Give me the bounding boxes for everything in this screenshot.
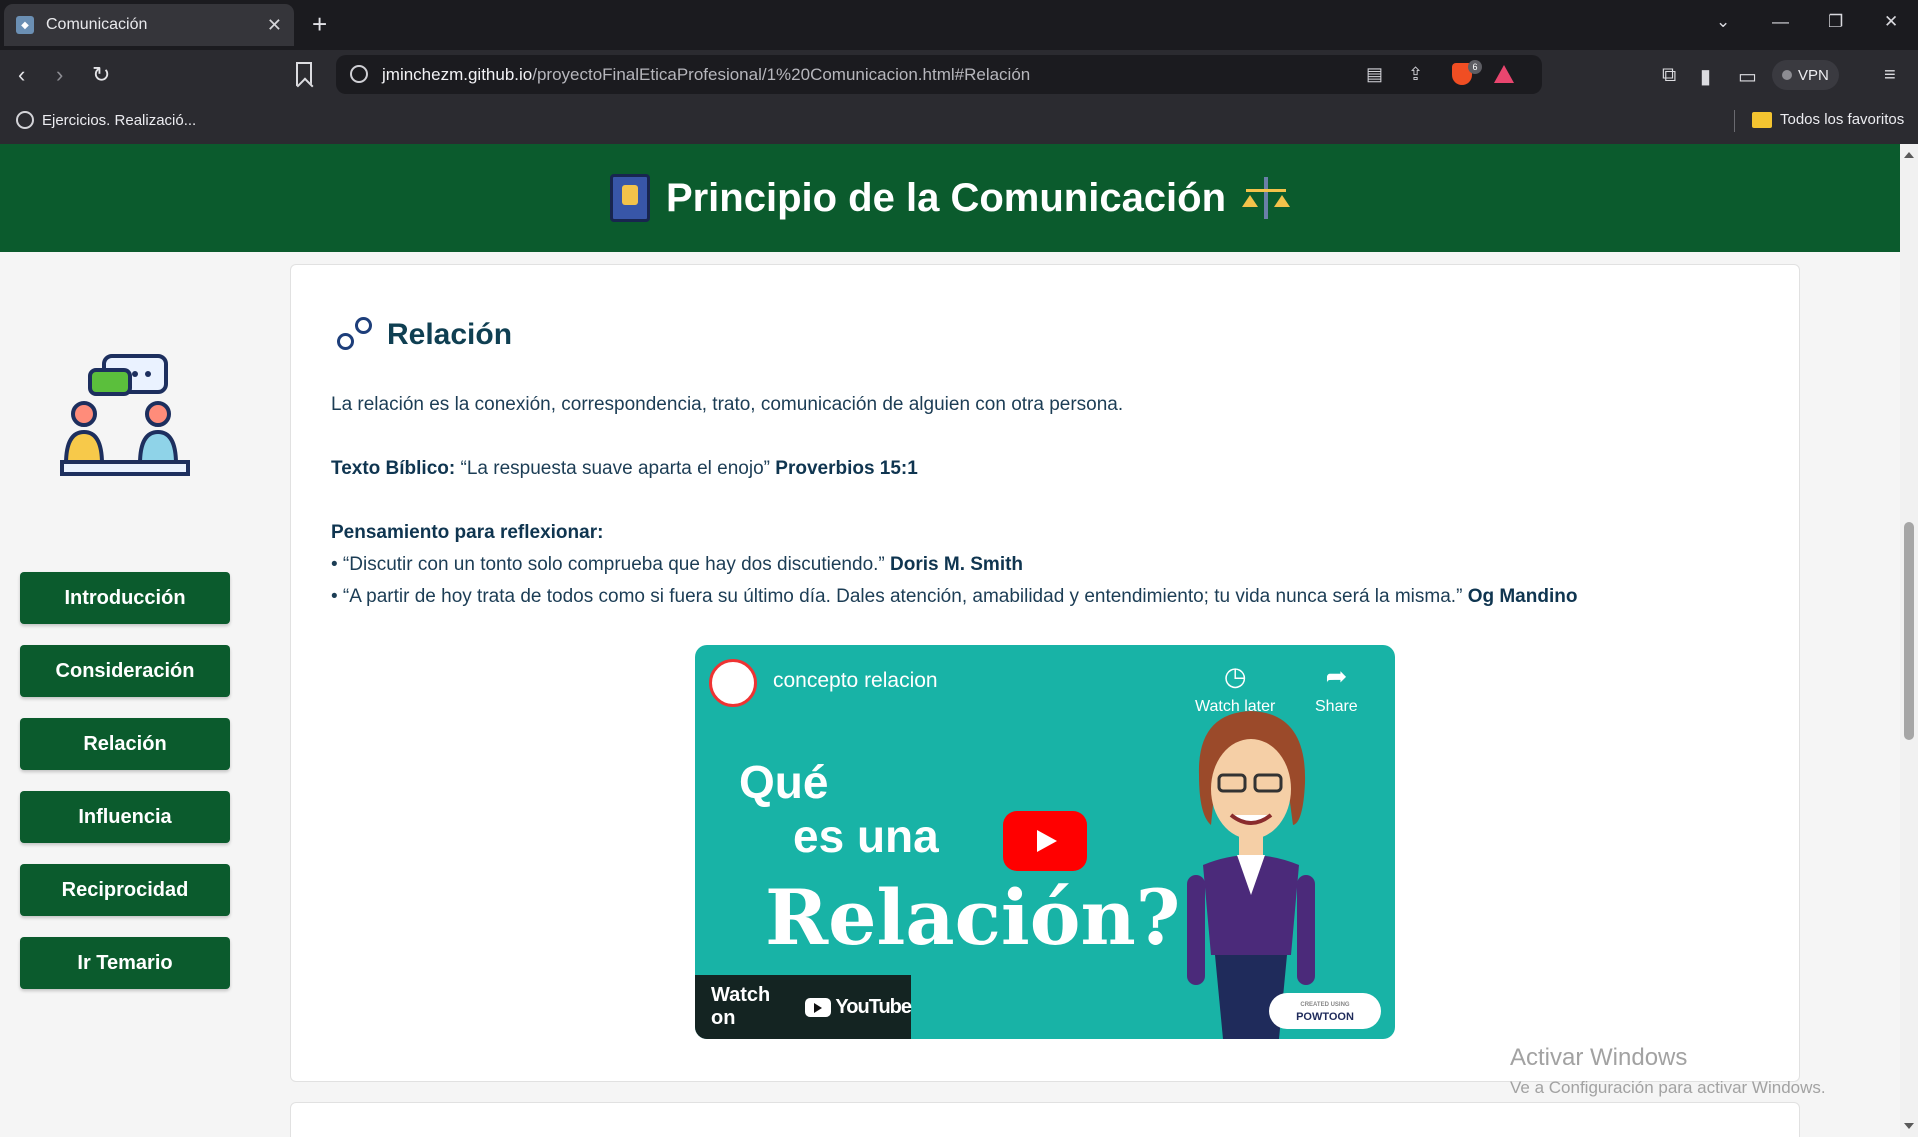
thumbnail-text-line-3: Relación?	[765, 873, 1181, 962]
globe-icon	[16, 111, 34, 129]
vpn-label: VPN	[1798, 66, 1829, 84]
youtube-logo: YouTube	[805, 995, 912, 1019]
scrollbar-thumb[interactable]	[1904, 522, 1914, 740]
powtoon-small-label: CREATED USING	[1300, 1002, 1350, 1008]
url-host: jminchezm.github.io	[382, 64, 533, 84]
bible-reference: Proverbios 15:1	[775, 458, 918, 479]
restore-icon[interactable]: ❐	[1828, 12, 1843, 32]
section-heading: Relación	[335, 315, 512, 355]
relacion-section-card: Relación La relación es la conexión, cor…	[290, 264, 1800, 1082]
nav-ir-temario-button[interactable]: Ir Temario	[20, 937, 230, 989]
thought-label: Pensamiento para reflexionar:	[331, 522, 604, 543]
thought-block: Pensamiento para reflexionar: • “Discuti…	[331, 517, 1577, 613]
people-connection-icon	[335, 315, 375, 355]
browser-tab[interactable]: ◆ Comunicación ✕	[4, 4, 294, 46]
quote-1-author: Doris M. Smith	[890, 554, 1024, 575]
minimize-icon[interactable]: —	[1772, 12, 1789, 32]
tab-title: Comunicación	[46, 16, 148, 33]
page-title: Principio de la Comunicación	[665, 175, 1227, 220]
scroll-down-icon[interactable]	[1904, 1123, 1914, 1129]
page-scrollbar[interactable]	[1900, 144, 1918, 1137]
share-arrow-icon: ➦	[1325, 661, 1348, 691]
nav-relacion-button[interactable]: Relación	[20, 718, 230, 770]
nav-consideracion-button[interactable]: Consideración	[20, 645, 230, 697]
book-icon	[609, 174, 650, 222]
bible-quote: “La respuesta suave aparta el enojo”	[460, 458, 770, 479]
clock-icon: ◷	[1223, 661, 1247, 691]
sidebar-toggle-icon[interactable]: ▮	[1700, 64, 1711, 89]
video-title[interactable]: concepto relacion	[773, 669, 938, 693]
tab-search-chevron-icon[interactable]: ⌄	[1716, 12, 1730, 32]
quote-1: • “Discutir con un tonto solo comprueba …	[331, 554, 885, 575]
wallet-icon[interactable]: ▭	[1738, 64, 1757, 89]
activation-title: Activar Windows	[1510, 1044, 1688, 1071]
shields-count-badge: 6	[1468, 60, 1482, 74]
close-tab-icon[interactable]: ✕	[267, 15, 282, 36]
extensions-icon[interactable]: ⧉	[1662, 64, 1676, 87]
watch-on-youtube-button[interactable]: Watch on YouTube	[695, 975, 912, 1039]
page-viewport: Principio de la Comunicación Introducció…	[0, 144, 1900, 1137]
nav-reciprocidad-button[interactable]: Reciprocidad	[20, 864, 230, 916]
cartoon-woman-illustration	[1187, 711, 1315, 1039]
youtube-embed[interactable]: concepto relacion ◷ Watch later ➦ Share …	[695, 645, 1395, 1039]
address-bar[interactable]: jminchezm.github.io/proyectoFinalEticaPr…	[336, 55, 1542, 94]
forward-icon[interactable]: ›	[56, 62, 63, 88]
youtube-wordmark: YouTube	[835, 995, 912, 1018]
youtube-play-icon	[805, 997, 832, 1017]
rewards-triangle-icon[interactable]	[1494, 65, 1514, 83]
bookmarks-folder-label: Todos los favoritos	[1780, 111, 1905, 128]
site-info-icon[interactable]	[350, 65, 368, 83]
menu-icon[interactable]: ≡	[1884, 64, 1896, 87]
scroll-up-icon[interactable]	[1904, 152, 1914, 158]
nav-introduccion-button[interactable]: Introducción	[20, 572, 230, 624]
share-page-icon[interactable]: ⇪	[1408, 64, 1423, 85]
new-tab-button[interactable]: +	[312, 10, 327, 38]
bookmark-item[interactable]: Ejercicios. Realizació...	[16, 111, 196, 129]
windows-activation-watermark: Activar Windows Ve a Configuración para …	[1510, 1044, 1826, 1098]
play-button[interactable]	[1003, 811, 1087, 871]
share-label: Share	[1315, 698, 1358, 715]
page-header: Principio de la Comunicación	[0, 144, 1900, 252]
thumbnail-text-line-1: Qué	[739, 756, 829, 808]
url-path: /proyectoFinalEticaProfesional/1%20Comun…	[532, 64, 1031, 84]
tab-strip: ◆ Comunicación ✕ + ⌄ — ❐ ✕	[0, 0, 1918, 50]
next-section-card	[290, 1102, 1800, 1137]
channel-avatar[interactable]	[709, 659, 757, 707]
bookmark-label: Ejercicios. Realizació...	[42, 111, 197, 129]
reload-icon[interactable]: ↻	[92, 62, 110, 88]
quote-2-author: Og Mandino	[1467, 586, 1578, 607]
folder-icon	[1752, 111, 1772, 128]
quote-2: • “A partir de hoy trata de todos como s…	[331, 586, 1463, 607]
tab-favicon-icon: ◆	[16, 16, 34, 34]
bookmark-page-icon[interactable]	[296, 62, 312, 86]
scales-of-justice-icon	[1242, 175, 1291, 221]
all-bookmarks-folder[interactable]: Todos los favoritos	[1752, 111, 1904, 128]
thumbnail-text-line-2: es una	[793, 810, 939, 862]
window-close-icon[interactable]: ✕	[1884, 12, 1898, 32]
share-button[interactable]: ➦ Share	[1315, 661, 1358, 716]
bible-text-line: Texto Bíblico: “La respuesta suave apart…	[331, 453, 918, 485]
vpn-status-icon	[1782, 70, 1792, 80]
conversation-illustration-icon	[60, 354, 190, 476]
vpn-button[interactable]: VPN	[1772, 60, 1839, 90]
bible-label: Texto Bíblico:	[331, 458, 456, 479]
sidebar: Introducción Consideración Relación Infl…	[0, 252, 270, 1137]
section-intro: La relación es la conexión, corresponden…	[331, 394, 1124, 415]
reader-mode-icon[interactable]: ▤	[1366, 64, 1383, 85]
bookmarks-bar: Ejercicios. Realizació...	[0, 100, 1918, 144]
powtoon-label: POWTOON	[1296, 1011, 1354, 1023]
powtoon-badge: CREATED USING POWTOON	[1269, 993, 1381, 1029]
nav-influencia-button[interactable]: Influencia	[20, 791, 230, 843]
activation-subtitle: Ve a Configuración para activar Windows.	[1510, 1078, 1826, 1097]
back-icon[interactable]: ‹	[18, 62, 25, 88]
bookmarks-divider	[1734, 110, 1735, 132]
watch-on-label: Watch on	[711, 984, 771, 1029]
section-title: Relación	[387, 318, 513, 351]
